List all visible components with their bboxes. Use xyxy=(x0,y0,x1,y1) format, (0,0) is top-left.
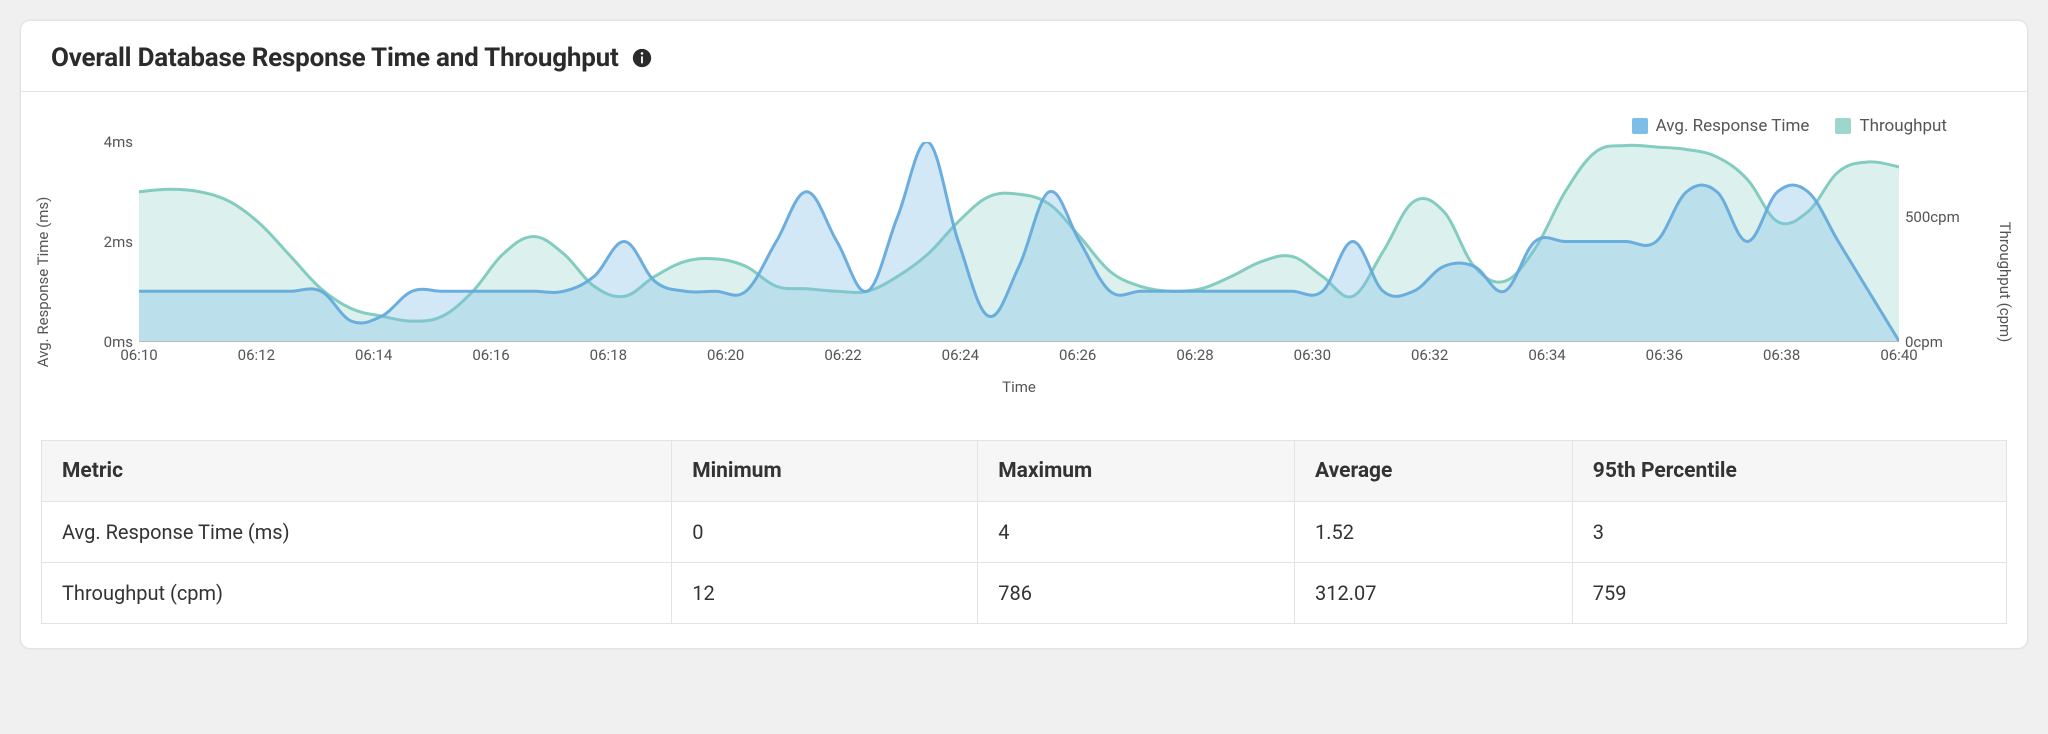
table-row: Throughput (cpm) 12 786 312.07 759 xyxy=(42,563,2007,624)
cell-avg: 312.07 xyxy=(1295,563,1573,624)
x-tick: 06:34 xyxy=(1528,346,1565,364)
y-left-axis: 0ms2ms4ms xyxy=(79,142,139,342)
legend-item-throughput[interactable]: Throughput xyxy=(1835,116,1947,136)
chart-zone: Avg. Response Time Throughput Avg. Respo… xyxy=(21,92,2027,432)
legend-label-response-time: Avg. Response Time xyxy=(1656,116,1810,136)
th-max: Maximum xyxy=(978,441,1295,502)
info-icon[interactable] xyxy=(631,47,653,69)
x-tick: 06:26 xyxy=(1059,346,1096,364)
x-axis: Time 06:1006:1206:1406:1606:1806:2006:22… xyxy=(139,342,1899,372)
panel-title: Overall Database Response Time and Throu… xyxy=(51,43,619,73)
legend-swatch-throughput xyxy=(1835,118,1851,134)
x-tick: 06:12 xyxy=(238,346,275,364)
cell-avg: 1.52 xyxy=(1295,502,1573,563)
panel-header: Overall Database Response Time and Throu… xyxy=(21,21,2027,92)
x-tick: 06:20 xyxy=(707,346,744,364)
legend-item-response-time[interactable]: Avg. Response Time xyxy=(1632,116,1810,136)
y-right-axis: 0cpm500cpm xyxy=(1899,142,1969,342)
x-tick: 06:24 xyxy=(942,346,979,364)
metrics-table: Metric Minimum Maximum Average 95th Perc… xyxy=(41,440,2007,624)
table-row: Avg. Response Time (ms) 0 4 1.52 3 xyxy=(42,502,2007,563)
y-right-tick: 500cpm xyxy=(1905,208,1960,226)
x-tick: 06:28 xyxy=(1176,346,1213,364)
x-tick: 06:10 xyxy=(120,346,157,364)
cell-min: 12 xyxy=(672,563,978,624)
metrics-thead: Metric Minimum Maximum Average 95th Perc… xyxy=(42,441,2007,502)
cell-max: 4 xyxy=(978,502,1295,563)
x-tick: 06:40 xyxy=(1880,346,1917,364)
y-right-axis-title: Throughput (cpm) xyxy=(1996,222,2014,343)
chart-svg xyxy=(139,142,1899,341)
th-p95: 95th Percentile xyxy=(1572,441,2006,502)
x-tick: 06:18 xyxy=(590,346,627,364)
cell-p95: 759 xyxy=(1572,563,2006,624)
x-tick: 06:36 xyxy=(1646,346,1683,364)
x-axis-title: Time xyxy=(1002,378,1036,396)
cell-metric: Throughput (cpm) xyxy=(42,563,672,624)
x-tick: 06:14 xyxy=(355,346,392,364)
y-left-tick: 2ms xyxy=(104,233,133,251)
legend-swatch-response-time xyxy=(1632,118,1648,134)
th-min: Minimum xyxy=(672,441,978,502)
x-tick: 06:22 xyxy=(824,346,861,364)
x-tick: 06:16 xyxy=(472,346,509,364)
chart-outer: Avg. Response Time (ms) Throughput (cpm)… xyxy=(51,142,1997,422)
x-tick: 06:38 xyxy=(1763,346,1800,364)
x-tick: 06:30 xyxy=(1294,346,1331,364)
y-left-tick: 4ms xyxy=(104,133,133,151)
y-left-axis-title: Avg. Response Time (ms) xyxy=(34,197,52,368)
th-avg: Average xyxy=(1295,441,1573,502)
cell-metric: Avg. Response Time (ms) xyxy=(42,502,672,563)
th-metric: Metric xyxy=(42,441,672,502)
cell-min: 0 xyxy=(672,502,978,563)
x-tick: 06:32 xyxy=(1411,346,1448,364)
legend: Avg. Response Time Throughput xyxy=(51,112,1997,142)
plot-area[interactable] xyxy=(139,142,1899,342)
legend-label-throughput: Throughput xyxy=(1859,116,1947,136)
cell-p95: 3 xyxy=(1572,502,2006,563)
metrics-tbody: Avg. Response Time (ms) 0 4 1.52 3 Throu… xyxy=(42,502,2007,624)
cell-max: 786 xyxy=(978,563,1295,624)
chart-wrap: 0ms2ms4ms 0cpm500cpm Time 06:1006:1206:1… xyxy=(79,142,1969,372)
chart-panel: Overall Database Response Time and Throu… xyxy=(20,20,2028,649)
